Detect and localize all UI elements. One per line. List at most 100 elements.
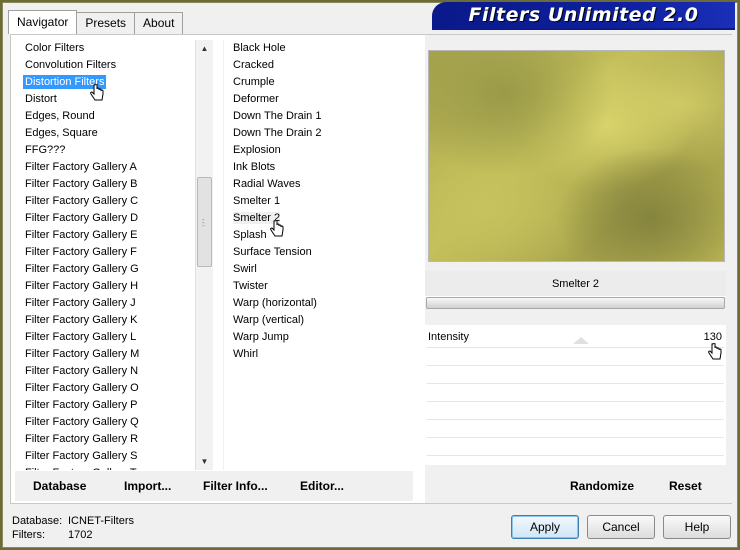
database-button[interactable]: Database (33, 479, 86, 493)
category-label: Filter Factory Gallery E (25, 229, 138, 241)
category-item[interactable]: Filter Factory Gallery F (19, 244, 203, 261)
database-status-value: ICNET-Filters (68, 515, 134, 527)
category-item[interactable]: Filter Factory Gallery E (19, 227, 203, 244)
category-label: Filter Factory Gallery C (25, 195, 139, 207)
filter-item[interactable]: Warp (vertical) (224, 312, 413, 329)
cancel-button[interactable]: Cancel (587, 515, 655, 539)
editor-button[interactable]: Editor... (300, 479, 344, 493)
category-label: Filter Factory Gallery Q (25, 416, 139, 428)
filter-item[interactable]: Whirl (224, 346, 413, 363)
scrollbar-thumb[interactable]: --- (197, 177, 212, 267)
filter-item[interactable]: Warp (horizontal) (224, 295, 413, 312)
filter-info-button[interactable]: Filter Info... (203, 479, 268, 493)
import-button[interactable]: Import... (124, 479, 171, 493)
category-item[interactable]: Edges, Round (19, 108, 203, 125)
category-scrollbar[interactable]: ▲ --- ▼ (195, 40, 213, 470)
filter-label: Down The Drain 2 (233, 127, 322, 139)
randomize-button[interactable]: Randomize (570, 479, 634, 493)
category-item[interactable]: Distortion Filters (19, 74, 203, 91)
hand-cursor-icon (270, 220, 284, 237)
filter-item[interactable]: Splash (224, 227, 413, 244)
category-item[interactable]: Filter Factory Gallery T (19, 465, 203, 470)
filter-item[interactable]: Smelter 2 (224, 210, 413, 227)
category-label: Filter Factory Gallery A (25, 161, 137, 173)
category-item[interactable]: Filter Factory Gallery C (19, 193, 203, 210)
help-button[interactable]: Help (663, 515, 731, 539)
filter-item[interactable]: Cracked (224, 57, 413, 74)
preview-panel: Smelter 2 Intensity 130 (425, 35, 732, 503)
banner-underline (432, 28, 735, 30)
filter-item[interactable]: Black Hole (224, 40, 413, 57)
category-item[interactable]: Filter Factory Gallery L (19, 329, 203, 346)
grip-icon: --- (202, 215, 205, 230)
control-row-divider (427, 455, 724, 456)
tab-navigator[interactable]: Navigator (8, 10, 78, 34)
category-item[interactable]: Filter Factory Gallery N (19, 363, 203, 380)
category-label: Filter Factory Gallery T (25, 467, 137, 470)
filter-item[interactable]: Surface Tension (224, 244, 413, 261)
preview-image (428, 50, 725, 262)
reset-button[interactable]: Reset (669, 479, 702, 493)
category-item[interactable]: Edges, Square (19, 125, 203, 142)
category-item[interactable]: FFG??? (19, 142, 203, 159)
category-label: Edges, Round (25, 110, 95, 122)
category-item[interactable]: Filter Factory Gallery O (19, 380, 203, 397)
category-item[interactable]: Filter Factory Gallery H (19, 278, 203, 295)
filter-item[interactable]: Warp Jump (224, 329, 413, 346)
category-item[interactable]: Filter Factory Gallery P (19, 397, 203, 414)
intensity-value[interactable]: 130 (704, 331, 722, 343)
database-status-label: Database: (12, 515, 63, 527)
category-label: Filter Factory Gallery K (25, 314, 138, 326)
scroll-down-arrow-icon[interactable]: ▼ (196, 453, 213, 470)
filter-item[interactable]: Twister (224, 278, 413, 295)
list-actions-bar: Database Import... Filter Info... Editor… (15, 471, 413, 501)
filter-label: Cracked (233, 59, 274, 71)
category-label: FFG??? (25, 144, 66, 156)
category-item[interactable]: Filter Factory Gallery J (19, 295, 203, 312)
filter-item[interactable]: Swirl (224, 261, 413, 278)
hand-cursor-icon (708, 343, 722, 360)
filter-item[interactable]: Crumple (224, 74, 413, 91)
category-item[interactable]: Filter Factory Gallery S (19, 448, 203, 465)
category-label: Convolution Filters (25, 59, 117, 71)
tab-about[interactable]: About (134, 12, 184, 34)
filter-item[interactable]: Explosion (224, 142, 413, 159)
category-label: Filter Factory Gallery N (25, 365, 139, 377)
filter-label: Down The Drain 1 (233, 110, 322, 122)
category-item[interactable]: Distort (19, 91, 203, 108)
category-item[interactable]: Color Filters (19, 40, 203, 57)
filter-label: Warp Jump (233, 331, 289, 343)
category-list[interactable]: Color Filters Convolution Filters Distorti… (19, 40, 203, 470)
category-item[interactable]: Convolution Filters (19, 57, 203, 74)
preview-actions-bar: Randomize Reset (425, 471, 732, 501)
category-item[interactable]: Filter Factory Gallery A (19, 159, 203, 176)
preview-slider[interactable] (426, 297, 725, 309)
control-row-divider (427, 383, 724, 384)
category-item[interactable]: Filter Factory Gallery M (19, 346, 203, 363)
filter-item[interactable]: Ink Blots (224, 159, 413, 176)
filter-list[interactable]: Black Hole Cracked Crumple Deformer Down The… (223, 40, 413, 470)
category-label: Filter Factory Gallery O (25, 382, 139, 394)
apply-button[interactable]: Apply (511, 515, 579, 539)
category-item[interactable]: Filter Factory Gallery D (19, 210, 203, 227)
filter-item[interactable]: Down The Drain 1 (224, 108, 413, 125)
filter-item[interactable]: Deformer (224, 91, 413, 108)
category-item[interactable]: Filter Factory Gallery G (19, 261, 203, 278)
hand-cursor-icon (90, 84, 104, 101)
tab-presets[interactable]: Presets (76, 12, 136, 34)
category-label: Filter Factory Gallery J (25, 297, 136, 309)
category-label: Distort (25, 93, 57, 105)
category-item[interactable]: Filter Factory Gallery Q (19, 414, 203, 431)
category-item[interactable]: Filter Factory Gallery B (19, 176, 203, 193)
category-item[interactable]: Filter Factory Gallery K (19, 312, 203, 329)
filter-label: Whirl (233, 348, 259, 360)
category-item[interactable]: Filter Factory Gallery R (19, 431, 203, 448)
filter-item[interactable]: Smelter 1 (224, 193, 413, 210)
filter-item[interactable]: Down The Drain 2 (224, 125, 413, 142)
filter-label: Black Hole (233, 42, 286, 54)
category-label: Filter Factory Gallery H (25, 280, 139, 292)
filter-item[interactable]: Radial Waves (224, 176, 413, 193)
scroll-up-arrow-icon[interactable]: ▲ (196, 40, 213, 57)
intensity-slider-marker-icon[interactable] (573, 337, 589, 344)
category-label: Filter Factory Gallery L (25, 331, 137, 343)
